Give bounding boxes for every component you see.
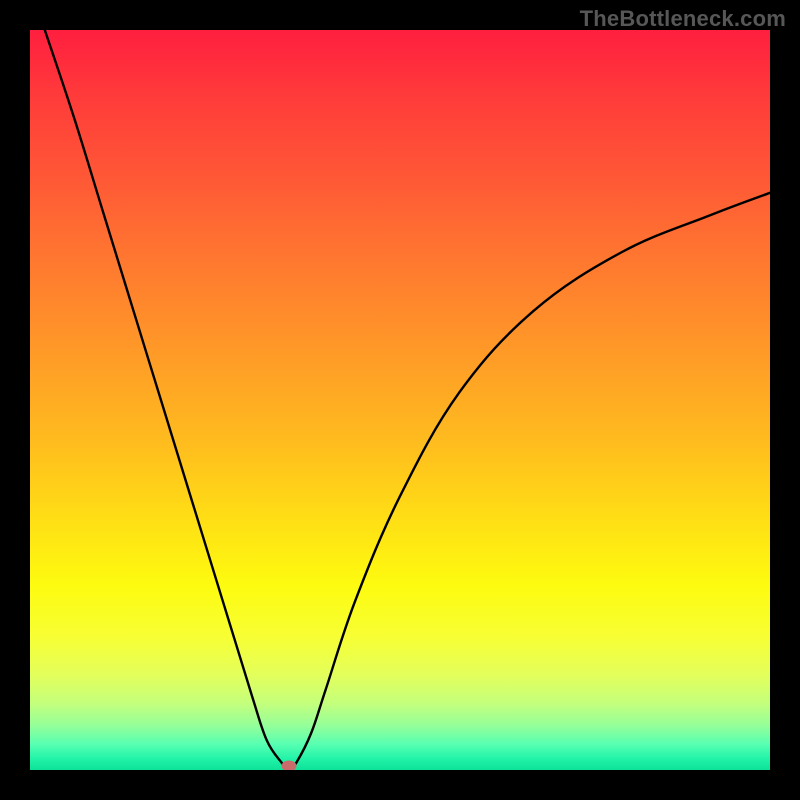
curve-svg <box>30 30 770 770</box>
chart-frame: TheBottleneck.com <box>0 0 800 800</box>
plot-area <box>30 30 770 770</box>
watermark-text: TheBottleneck.com <box>580 6 786 32</box>
bottleneck-curve <box>45 30 770 770</box>
optimal-point-marker <box>282 761 297 770</box>
